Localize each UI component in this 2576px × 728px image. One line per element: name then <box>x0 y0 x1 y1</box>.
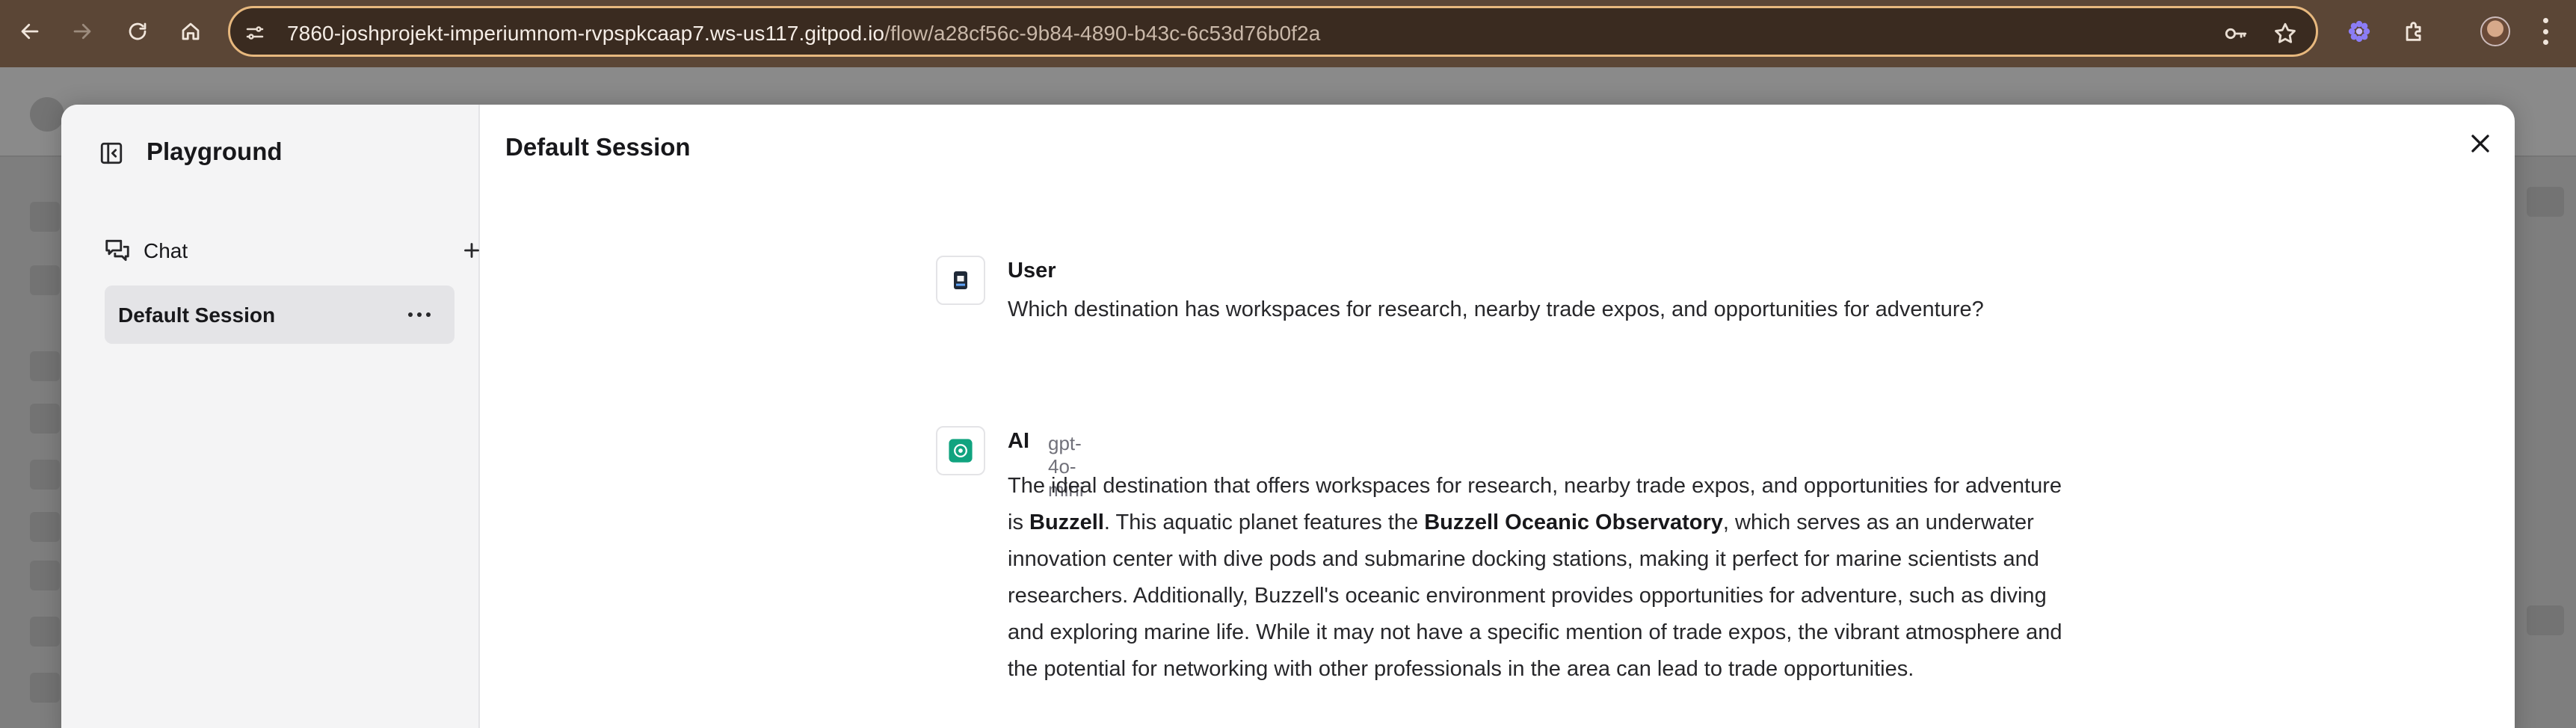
back-icon[interactable] <box>13 15 46 48</box>
close-icon[interactable] <box>2465 129 2495 158</box>
extension-flower-icon[interactable] <box>2344 16 2374 46</box>
chat-section-header: Chat <box>103 232 479 269</box>
site-info-icon[interactable] <box>244 22 266 44</box>
password-key-icon[interactable] <box>2223 21 2249 46</box>
profile-avatar[interactable] <box>2480 16 2510 46</box>
browser-toolbar: 7860-joshprojekt-imperiumnom-rvpspkcaap7… <box>0 0 2576 67</box>
sidebar-title: Playground <box>147 138 283 165</box>
message-sender: User <box>1008 259 1056 283</box>
address-bar[interactable]: 7860-joshprojekt-imperiumnom-rvpspkcaap7… <box>228 6 2318 57</box>
extensions-puzzle-icon[interactable] <box>2400 16 2429 46</box>
new-chat-plus-icon[interactable] <box>459 238 484 263</box>
message-sender: AI <box>1008 429 1029 453</box>
ai-avatar <box>936 426 985 475</box>
playground-sidebar: Playground Chat Default Session <box>61 105 480 728</box>
chat-bubbles-icon <box>105 239 129 262</box>
session-item-default[interactable]: Default Session <box>105 286 455 344</box>
chat-section-label: Chat <box>144 239 188 262</box>
home-icon[interactable] <box>174 15 207 48</box>
url-text: 7860-joshprojekt-imperiumnom-rvpspkcaap7… <box>287 22 1321 45</box>
bold-destination-name: Buzzell <box>1029 510 1104 534</box>
session-title: Default Session <box>505 133 691 161</box>
session-item-label: Default Session <box>118 303 276 327</box>
session-options-icon[interactable] <box>408 312 431 317</box>
bold-observatory-name: Buzzell Oceanic Observatory <box>1424 510 1723 534</box>
reload-icon[interactable] <box>121 15 154 48</box>
user-avatar <box>936 256 985 305</box>
forward-icon[interactable] <box>66 15 99 48</box>
menu-kebab-icon[interactable] <box>2538 18 2553 45</box>
bookmark-star-icon[interactable] <box>2273 21 2298 46</box>
sidebar-toggle-icon[interactable] <box>99 141 124 166</box>
message-text: The ideal destination that offers worksp… <box>1008 474 2062 681</box>
message-text: Which destination has workspaces for res… <box>1008 297 1984 321</box>
playground-modal: Playground Chat Default Session Default … <box>61 105 2515 728</box>
